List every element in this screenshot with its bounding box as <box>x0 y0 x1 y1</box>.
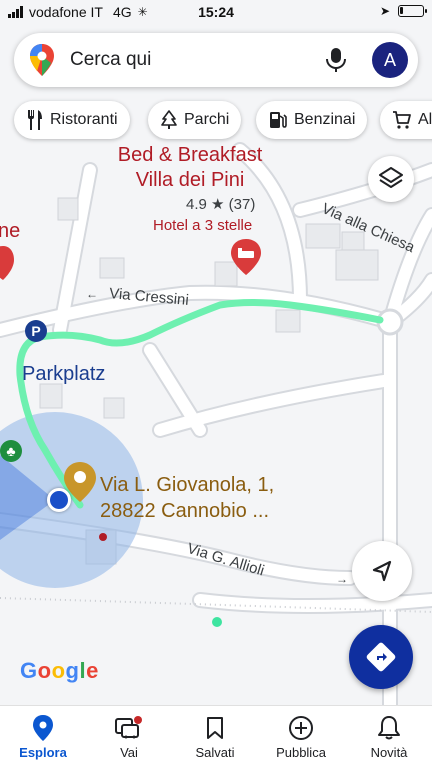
parking-label[interactable]: Parkplatz <box>22 363 105 386</box>
hotel-rating: 4.9 <box>186 196 207 213</box>
nav-label: Novità <box>370 745 408 760</box>
road-arrow-icon: ← <box>86 287 98 301</box>
cart-icon <box>393 111 411 129</box>
location-services-icon: ➤ <box>379 4 390 18</box>
partial-label: ne <box>0 220 21 242</box>
hotel-name[interactable]: Bed & Breakfast Villa dei Pini <box>110 144 270 192</box>
nav-novita[interactable]: Novità <box>346 714 432 760</box>
parking-icon-letter: P <box>31 323 41 339</box>
nav-salvati[interactable]: Salvati <box>172 714 258 760</box>
layers-button[interactable] <box>368 156 414 202</box>
nav-pubblica[interactable]: Pubblica <box>258 714 344 760</box>
battery-icon <box>398 5 427 17</box>
nav-vai[interactable]: Vai <box>86 714 172 760</box>
bottom-navigation: Esplora Vai Salvati Pubblica Novità <box>0 705 432 768</box>
chip-label: Parchi <box>184 111 230 128</box>
tree-icon <box>161 110 177 129</box>
chip-label: Al <box>418 111 432 128</box>
destination-line1: Via L. Giovanola, 1, <box>100 474 275 496</box>
commute-icon <box>115 716 142 739</box>
search-input[interactable]: Cerca qui <box>70 49 151 71</box>
nav-label: Pubblica <box>276 745 326 760</box>
hotel-pin-icon[interactable] <box>231 239 261 280</box>
microphone-icon[interactable] <box>324 46 348 74</box>
directions-button[interactable] <box>349 625 413 689</box>
current-location-dot <box>47 488 71 512</box>
account-avatar[interactable]: A <box>372 42 408 78</box>
destination-line2: 28822 Cannobio ... <box>100 500 270 522</box>
small-poi-dot <box>99 533 107 541</box>
layers-icon <box>379 167 403 188</box>
hotel-category: Hotel a 3 stelle <box>153 217 253 234</box>
green-dot <box>212 617 222 627</box>
maps-pin-icon <box>30 44 54 76</box>
navigation-arrow-icon <box>372 560 392 582</box>
search-bar[interactable]: Cerca qui A <box>14 33 418 87</box>
directions-icon <box>366 642 396 672</box>
status-bar: vodafone IT 4G ✳ 15:24 ➤ <box>0 0 432 24</box>
nav-label: Vai <box>120 745 138 760</box>
hotel-rating-row: 4.9 ★ (37) <box>186 195 255 213</box>
add-circle-icon <box>289 716 313 740</box>
chip-label: Ristoranti <box>50 111 118 128</box>
hotel-name-line1: Bed & Breakfast <box>117 144 263 166</box>
nav-label: Esplora <box>19 745 67 760</box>
chip-benzinai[interactable]: Benzinai <box>256 101 368 139</box>
hotel-name-line2: Villa dei Pini <box>135 169 245 191</box>
nav-label: Salvati <box>195 745 235 760</box>
parking-icon[interactable]: P <box>25 320 47 342</box>
locate-me-button[interactable] <box>352 541 412 601</box>
chip-ristoranti[interactable]: Ristoranti <box>14 101 130 139</box>
chip-altro[interactable]: Al <box>380 101 432 139</box>
bookmark-icon <box>207 717 223 739</box>
fork-knife-icon <box>28 110 42 130</box>
road-arrow-right-icon: → <box>336 572 348 586</box>
google-logo: Google <box>20 658 99 683</box>
hotel-reviews: (37) <box>228 196 256 213</box>
hotel-pin-left-icon[interactable] <box>0 246 14 285</box>
chip-parchi[interactable]: Parchi <box>148 101 242 139</box>
park-pin-icon[interactable]: ♣ <box>0 440 22 462</box>
nav-esplora[interactable]: Esplora <box>0 714 86 760</box>
star-icon: ★ <box>211 196 225 213</box>
fuel-pump-icon <box>270 112 287 128</box>
chip-label: Benzinai <box>294 111 356 128</box>
location-pin-icon <box>33 715 53 741</box>
destination-address[interactable]: Via L. Giovanola, 1, 28822 Cannobio ... <box>100 472 274 524</box>
clock: 15:24 <box>198 4 234 20</box>
bell-icon <box>378 716 400 740</box>
